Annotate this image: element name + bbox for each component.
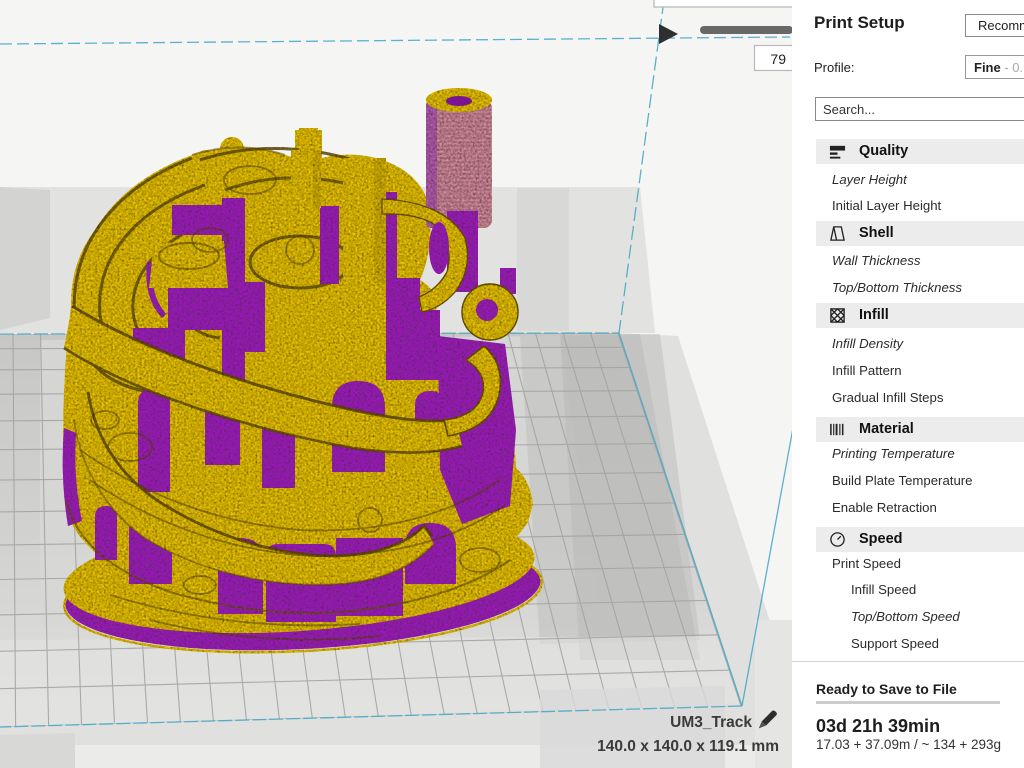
svg-text:140.0 x 140.0 x 119.1 mm: 140.0 x 140.0 x 119.1 mm — [597, 738, 779, 755]
svg-text:UM3_Track: UM3_Track — [670, 714, 752, 731]
svg-text:79: 79 — [770, 51, 786, 67]
